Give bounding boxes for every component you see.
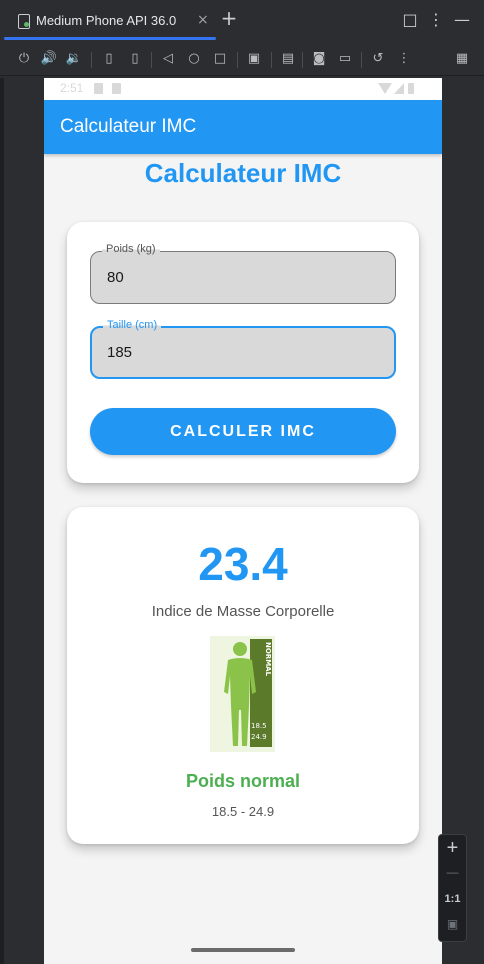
maximize-icon[interactable]: □ (400, 10, 420, 30)
ide-title-bar: Medium Phone API 36.0 × + □ ⋮ — (0, 0, 484, 41)
figure-range-low: 18.5 (251, 722, 267, 730)
app-bar: Calculateur IMC (44, 100, 442, 154)
window-menu-icon[interactable]: ⋮ (426, 10, 446, 30)
figure-range-high: 24.9 (251, 733, 267, 741)
status-bar: 2:51 (44, 78, 442, 100)
minimize-icon[interactable]: — (452, 10, 472, 30)
zoom-controls: + — 1:1 ▣ (438, 834, 467, 942)
device-manager-icon[interactable]: ▦ (453, 50, 471, 68)
snapshot-icon[interactable]: ↺ (369, 50, 387, 68)
device-icon (18, 14, 30, 29)
rotate-left-icon[interactable]: ▯ (100, 50, 118, 68)
weight-input[interactable] (107, 269, 377, 286)
status-icons (378, 83, 414, 94)
weight-label: Poids (kg) (102, 243, 160, 255)
record-icon[interactable]: ▭ (336, 50, 354, 68)
gesture-nav-handle[interactable] (191, 948, 295, 952)
result-card: 23.4 Indice de Masse Corporelle NORMAL 1… (67, 507, 419, 844)
app-title: Calculateur IMC (60, 116, 197, 137)
new-tab-button[interactable]: + (219, 8, 239, 28)
zoom-in-button[interactable]: + (439, 837, 466, 860)
weight-field[interactable]: Poids (kg) (90, 243, 396, 304)
status-time: 2:51 (60, 81, 84, 95)
back-icon[interactable]: ◁ (159, 50, 177, 68)
rotate-right-icon[interactable]: ▯ (126, 50, 144, 68)
power-icon[interactable]: ⏻ (15, 50, 33, 68)
calculate-button[interactable]: CALCULER IMC (90, 408, 396, 455)
page-title: Calculateur IMC (144, 158, 342, 188)
bmi-value: 23.4 (198, 538, 288, 590)
figure-label: NORMAL (264, 642, 272, 677)
more-icon[interactable]: ⋮ (395, 50, 413, 68)
close-icon[interactable]: × (197, 12, 209, 28)
height-field[interactable]: Taille (cm) (90, 319, 396, 379)
device-tab-label: Medium Phone API 36.0 (36, 13, 177, 28)
height-input[interactable] (107, 344, 377, 361)
active-tab-indicator (4, 37, 216, 40)
notification-icon (112, 83, 121, 94)
zoom-fit-icon[interactable]: ▣ (439, 917, 466, 931)
volume-up-icon[interactable]: 🔊 (40, 50, 58, 68)
camera-icon[interactable]: ◙ (310, 50, 328, 68)
body-figure-image: NORMAL 18.5 24.9 (210, 636, 275, 752)
height-label: Taille (cm) (103, 319, 162, 331)
screenshot-fold-icon[interactable]: ▣ (245, 50, 263, 68)
bmi-category: Poids normal (185, 771, 301, 791)
device-settings-icon[interactable]: ▤ (279, 50, 297, 68)
bmi-range: 18.5 - 24.9 (211, 804, 275, 819)
bmi-caption: Indice de Masse Corporelle (151, 603, 335, 620)
volume-down-icon[interactable]: 🔉 (65, 50, 83, 68)
home-icon[interactable]: ○ (185, 50, 203, 68)
zoom-out-button[interactable]: — (439, 865, 466, 879)
zoom-one-to-one-button[interactable]: 1:1 (439, 893, 466, 905)
side-panel-edge (0, 78, 4, 964)
emulator-toolbar: ⏻ 🔊 🔉 ▯ ▯ ◁ ○ □ ▣ ▤ ◙ ▭ ↺ ⋮ ▦ (0, 44, 484, 76)
device-tab[interactable]: Medium Phone API 36.0 × (4, 4, 216, 40)
signal-icon (394, 83, 404, 94)
notification-icon (94, 83, 103, 94)
input-card: Poids (kg) Taille (cm) CALCULER IMC (67, 222, 419, 483)
wifi-icon (378, 83, 392, 94)
device-screen: 2:51 Calculateur IMC Calculateur IMC Poi… (44, 78, 442, 964)
overview-icon[interactable]: □ (211, 50, 229, 68)
battery-icon (408, 83, 414, 94)
